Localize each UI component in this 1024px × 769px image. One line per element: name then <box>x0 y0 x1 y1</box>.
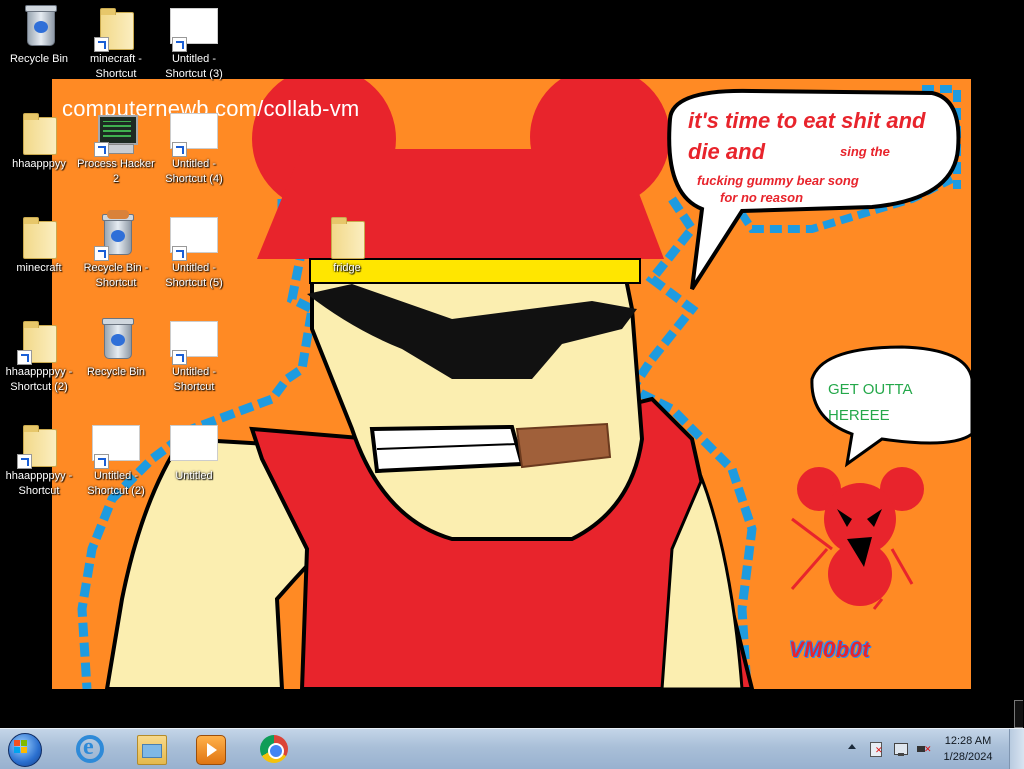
desktop-icon-recycle-bin[interactable]: Recycle Bin <box>0 5 81 67</box>
desktop: computernewb.com/collab-vm it's time to … <box>0 0 1024 728</box>
desktop-icon-label: Untitled - Shortcut (3) <box>165 53 223 80</box>
desktop-icon-label: Untitled - Shortcut <box>171 366 217 393</box>
desktop-icon-minecraft[interactable]: minecraft <box>0 215 81 276</box>
system-tray: 12:28 AM 1/28/2024 <box>824 729 1024 769</box>
desktop-icon-minecraft-shortcut[interactable]: minecraft - Shortcut <box>74 6 158 82</box>
desktop-icon-process-hacker-2[interactable]: Process Hacker 2 <box>74 111 158 187</box>
clock-date: 1/28/2024 <box>943 751 993 763</box>
desktop-icon-label: Untitled - Shortcut (5) <box>165 262 223 289</box>
clock[interactable]: 12:28 AM 1/28/2024 <box>938 733 998 765</box>
desktop-icon-fridge[interactable]: fridge <box>305 215 389 276</box>
shortcut-arrow-icon <box>94 454 109 469</box>
shortcut-arrow-icon <box>17 350 32 365</box>
folder-icon <box>331 217 365 259</box>
taskbar-windows-explorer[interactable] <box>123 731 179 767</box>
taskbar-internet-explorer[interactable] <box>62 731 118 767</box>
desktop-edge-panel <box>1014 700 1023 728</box>
volume-muted-icon[interactable] <box>916 741 932 757</box>
desktop-icon-label: Untitled - Shortcut (4) <box>165 158 223 185</box>
folder-icon <box>23 217 57 259</box>
folder-icon <box>23 113 57 155</box>
desktop-icon-untitled-shortcut-3[interactable]: Untitled - Shortcut (3) <box>152 6 236 82</box>
clock-time: 12:28 AM <box>944 735 992 747</box>
desktop-icon-label: Recycle Bin <box>86 366 146 378</box>
artist-signature: VM0b0t <box>789 637 871 662</box>
desktop-icon-untitled-shortcut-4[interactable]: Untitled - Shortcut (4) <box>152 111 236 187</box>
shortcut-arrow-icon <box>172 246 187 261</box>
recycle-bin-empty-icon <box>102 318 134 359</box>
paint-file-icon <box>170 425 218 461</box>
desktop-icon-label: hhaapppyy <box>12 158 66 170</box>
speech-bubble-small-text-3: for no reason <box>720 190 804 205</box>
chrome-icon <box>260 735 288 763</box>
taskbar: 12:28 AM 1/28/2024 <box>0 728 1024 769</box>
speech-bubble-main-text: it's time to eat shit and die and <box>688 108 926 164</box>
desktop-icon-label: Process Hacker 2 <box>77 158 155 185</box>
action-center-flag-icon[interactable] <box>868 741 884 757</box>
desktop-icon-untitled[interactable]: Untitled <box>152 423 236 484</box>
shortcut-arrow-icon <box>172 142 187 157</box>
shortcut-arrow-icon <box>17 454 32 469</box>
desktop-icon-untitled-shortcut[interactable]: Untitled - Shortcut <box>152 319 236 395</box>
desktop-icon-label: Recycle Bin - Shortcut <box>83 262 149 289</box>
desktop-icon-label: minecraft <box>16 262 62 274</box>
shortcut-arrow-icon <box>172 37 187 52</box>
network-icon[interactable] <box>893 741 909 757</box>
desktop-icon-hhaapppyy-shortcut[interactable]: hhaappppyy - Shortcut <box>0 423 81 499</box>
desktop-icon-untitled-shortcut-5[interactable]: Untitled - Shortcut (5) <box>152 215 236 291</box>
desktop-icon-label: fridge <box>333 262 361 274</box>
desktop-icon-label: minecraft - Shortcut <box>90 53 142 80</box>
file-explorer-icon <box>137 735 167 765</box>
internet-explorer-icon <box>76 734 104 763</box>
windows-logo-icon <box>14 740 28 754</box>
speech-bubble-small-text-2: fucking gummy bear song <box>697 173 859 188</box>
desktop-icon-label: Recycle Bin <box>9 53 69 65</box>
taskbar-google-chrome[interactable] <box>246 731 302 767</box>
show-hidden-icons-icon[interactable] <box>848 744 856 749</box>
desktop-icon-label: Untitled <box>175 470 213 482</box>
desktop-icon-recycle-bin-shortcut[interactable]: Recycle Bin - Shortcut <box>74 210 158 291</box>
desktop-icon-recycle-bin-2[interactable]: Recycle Bin <box>74 318 158 380</box>
desktop-icon-label: Untitled - Shortcut (2) <box>87 470 145 497</box>
start-button[interactable] <box>4 731 44 767</box>
shortcut-arrow-icon <box>94 142 109 157</box>
shortcut-arrow-icon <box>94 37 109 52</box>
shortcut-arrow-icon <box>94 246 109 261</box>
desktop-icon-label: hhaappppyy - Shortcut <box>5 470 73 497</box>
recycle-bin-empty-icon <box>25 5 57 46</box>
desktop-icon-untitled-shortcut-2[interactable]: Untitled - Shortcut (2) <box>74 423 158 499</box>
media-player-icon <box>196 735 226 765</box>
desktop-icon-hhaapppyy-shortcut-2[interactable]: hhaappppyy - Shortcut (2) <box>0 319 81 395</box>
speech-bubble-secondary-text: GET OUTTA HEREEE <box>828 381 912 424</box>
desktop-icon-label: hhaappppyy - Shortcut (2) <box>5 366 73 393</box>
process-hacker-icon <box>98 115 138 145</box>
speech-bubble-small-text-1: sing the <box>840 144 890 159</box>
desktop-icon-hhaapppyy[interactable]: hhaapppyy <box>0 111 81 172</box>
shortcut-arrow-icon <box>172 350 187 365</box>
show-desktop-button[interactable] <box>1009 729 1024 769</box>
taskbar-media-player[interactable] <box>182 731 238 767</box>
